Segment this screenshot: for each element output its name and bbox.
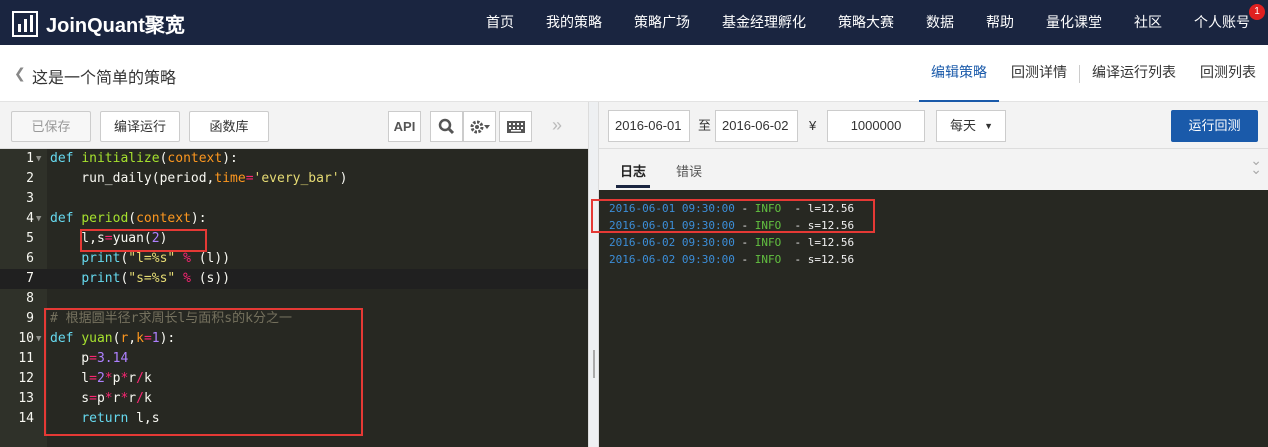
code-line: 2 run_daily(period,time='every_bar') [26,171,348,186]
notification-badge: 1 [1249,4,1265,20]
backtest-toolbar: 2016-06-01 至 2016-06-02 ¥ 1000000 每天 ▼ 运… [599,102,1268,149]
nav-community[interactable]: 社区 [1118,0,1178,45]
highlight-box-logs [591,199,875,233]
log-output: 2016-06-01 09:30:00 - INFO - l=12.56 201… [591,190,1268,447]
code-line: 4 ▼ def period(context): [26,211,207,226]
nav-quant-class[interactable]: 量化课堂 [1030,0,1118,45]
frequency-select[interactable]: 每天 ▼ [936,110,1006,142]
keyboard-icon[interactable] [499,111,532,142]
code-line: 8 [26,291,34,306]
nav-my-strategies[interactable]: 我的策略 [530,0,618,45]
log-line: 2016-06-02 09:30:00 - INFO - s=12.56 [609,253,855,266]
editor-toolbar: 已保存 编译运行 函数库 API » [0,102,588,149]
compile-run-button[interactable]: 编译运行 [100,111,180,142]
tab-error[interactable]: 错误 [676,161,702,180]
top-navbar: JoinQuant聚宽 首页 我的策略 策略广场 基金经理孵化 策略大赛 数据 … [0,0,1268,45]
tab-backtest-list[interactable]: 回测列表 [1188,45,1268,102]
function-library-button[interactable]: 函数库 [189,111,269,142]
saved-button[interactable]: 已保存 [11,111,91,142]
nav-data[interactable]: 数据 [910,0,970,45]
search-icon[interactable] [430,111,463,142]
code-line-active: 7 print("s=%s" % (s)) [0,269,588,289]
code-line: 6 print("l=%s" % (l)) [26,251,231,266]
api-button[interactable]: API [388,111,421,142]
strategy-header: ❮ 这是一个简单的策略 编辑策略 回测详情 编译运行列表 回测列表 [0,45,1268,102]
log-line: 2016-06-02 09:30:00 - INFO - l=12.56 [609,236,855,249]
tab-backtest-details[interactable]: 回测详情 [999,45,1079,102]
collapse-down-icon[interactable]: ⌄ ⌄ [1250,153,1262,176]
brand-logo[interactable]: JoinQuant聚宽 [12,9,185,38]
tab-edit-strategy[interactable]: 编辑策略 [919,45,999,102]
panel-splitter[interactable] [588,102,599,447]
to-label: 至 [698,118,712,133]
nav-strategy-contest[interactable]: 策略大赛 [822,0,910,45]
code-line: 1 ▼ def initialize(context): [26,151,238,166]
highlight-box-call [80,229,207,252]
main-nav: 首页 我的策略 策略广场 基金经理孵化 策略大赛 数据 帮助 量化课堂 社区 个… [470,0,1268,45]
settings-gear-icon[interactable] [463,111,496,142]
log-tabs: 日志 错误 ⌄ ⌄ [599,149,1268,190]
editor-panel: 已保存 编译运行 函数库 API » 1 ▼ def initialize(cont… [0,102,588,447]
strategy-title: 这是一个简单的策略 [32,70,177,87]
nav-help[interactable]: 帮助 [970,0,1030,45]
frequency-value: 每天 [950,118,977,133]
collapse-panel-icon[interactable]: » [552,115,562,136]
strategy-tabs: 编辑策略 回测详情 编译运行列表 回测列表 [919,45,1268,102]
nav-home[interactable]: 首页 [470,0,530,45]
backtest-panel: 2016-06-01 至 2016-06-02 ¥ 1000000 每天 ▼ 运… [591,102,1268,447]
tab-compile-run-list[interactable]: 编译运行列表 [1080,45,1188,102]
currency-label: ¥ [809,118,817,133]
nav-strategy-square[interactable]: 策略广场 [618,0,706,45]
brand-name: JoinQuant聚宽 [46,15,185,37]
capital-input[interactable]: 1000000 [827,110,925,142]
end-date-input[interactable]: 2016-06-02 [715,110,798,142]
run-backtest-button[interactable]: 运行回测 [1171,110,1258,142]
highlight-box-function [44,308,363,436]
code-editor[interactable]: 1 ▼ def initialize(context): 2 run_daily(p… [0,149,588,447]
nav-fund-manager-incubation[interactable]: 基金经理孵化 [706,0,822,45]
start-date-input[interactable]: 2016-06-01 [608,110,690,142]
code-line: 3 [26,191,34,206]
logo-icon [12,10,38,37]
caret-down-icon: ▼ [984,121,993,131]
tab-log[interactable]: 日志 [615,161,651,188]
back-chevron-icon[interactable]: ❮ [14,65,26,82]
